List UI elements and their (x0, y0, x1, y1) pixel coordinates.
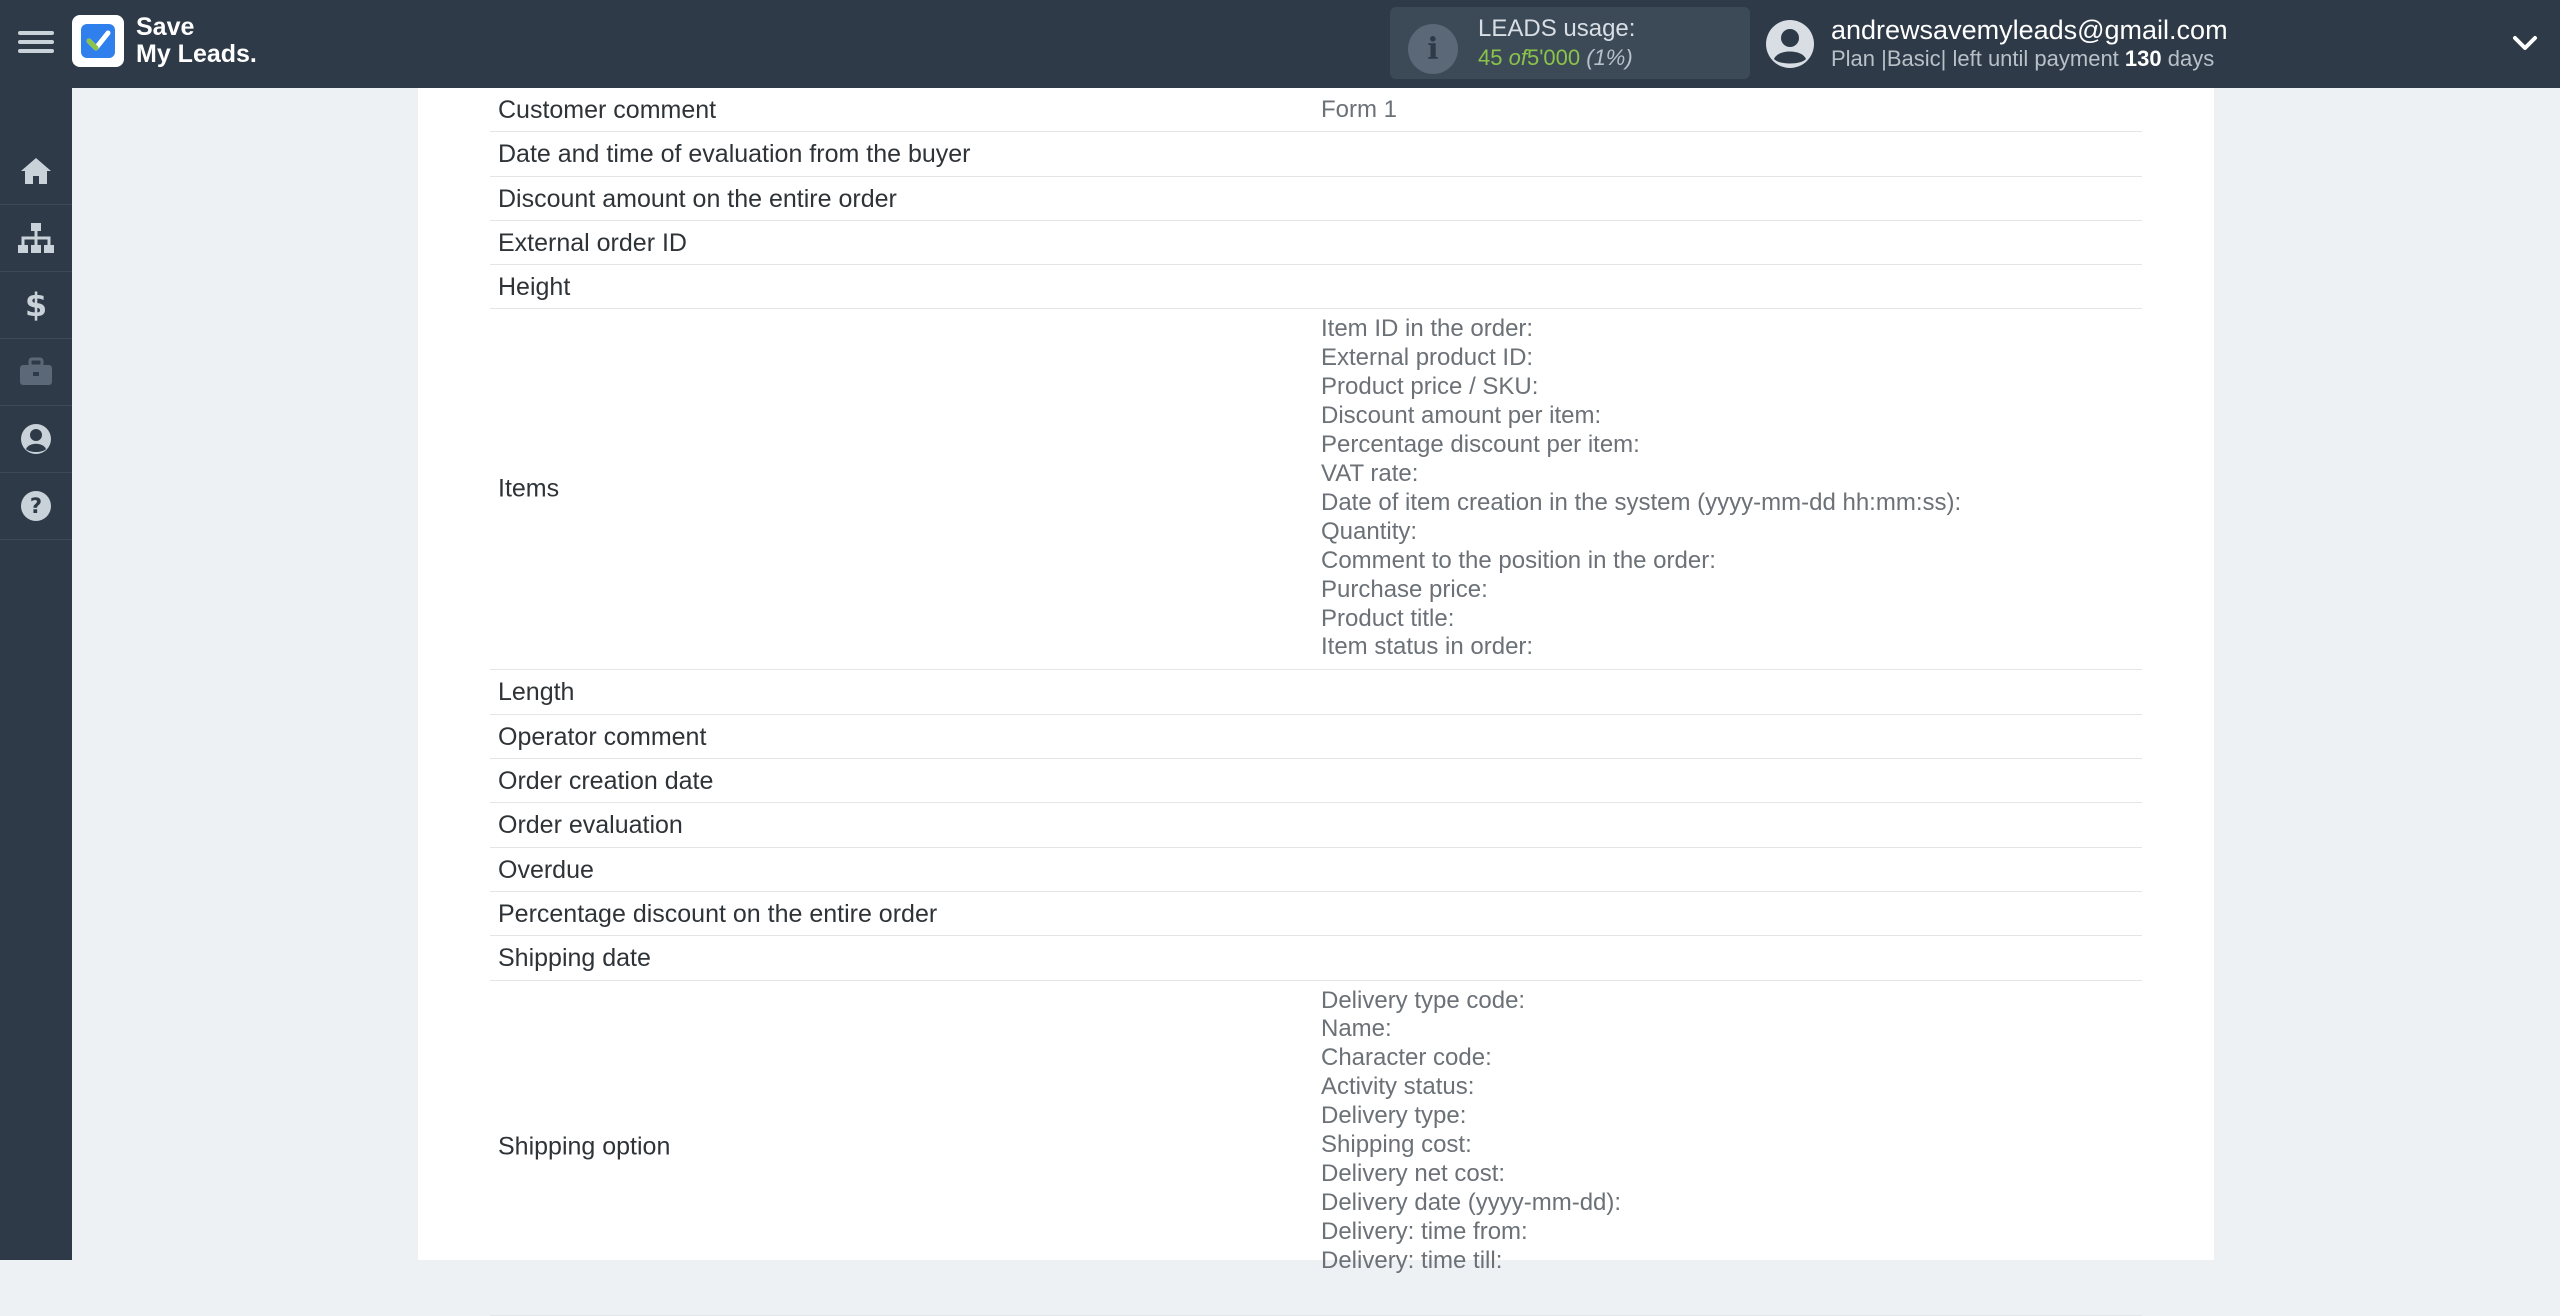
field-label: Height (498, 273, 571, 302)
subfield: Percentage discount per item: (1321, 431, 1640, 459)
field-subfields: Delivery type code: Name: Character code… (1321, 987, 1621, 1276)
subfield: VAT rate: (1321, 460, 1419, 488)
dollar-icon: $ (25, 288, 47, 322)
leads-usage-panel: i LEADS usage: 45 of5'000 (1%) (1390, 7, 1750, 79)
brand-line-1: Save (136, 13, 195, 41)
main-content-card: Customer comment Form 1 Date and time of… (418, 88, 2214, 1316)
svg-text:?: ? (30, 494, 42, 518)
field-label: Order evaluation (498, 811, 683, 840)
subfield: Delivery: time from: (1321, 1217, 1528, 1245)
field-subfields: Item ID in the order: External product I… (1321, 315, 1961, 662)
field-row-order-evaluation: Order evaluation (490, 803, 2142, 848)
sidebar-item-billing[interactable]: $ (0, 272, 72, 339)
info-icon: i (1408, 24, 1458, 74)
field-label: Date and time of evaluation from the buy… (498, 140, 971, 169)
subfield: Character code: (1321, 1044, 1492, 1072)
brand-line-2: My Leads. (136, 40, 257, 68)
sidebar-item-connections[interactable] (0, 205, 72, 272)
field-value: Form 1 (1321, 96, 1398, 123)
field-label: Shipping option (498, 1132, 671, 1161)
field-row-operator-comment: Operator comment (490, 715, 2142, 760)
subfield: Product price / SKU: (1321, 373, 1539, 401)
field-list: Customer comment Form 1 Date and time of… (490, 88, 2142, 1316)
field-label: Discount amount on the entire order (498, 184, 897, 213)
sidebar-item-profile[interactable] (0, 406, 72, 473)
subfield: Shipping cost: (1321, 1131, 1472, 1159)
user-avatar-icon[interactable] (1765, 19, 1815, 69)
field-label: External order ID (498, 228, 687, 257)
usage-used: 45 (1478, 45, 1503, 70)
field-row-customer-comment: Customer comment Form 1 (490, 88, 2142, 133)
sidebar-item-help[interactable]: ? (0, 473, 72, 540)
top-header: Save My Leads. i LEADS usage: 45 of5'000… (0, 0, 2560, 88)
field-row-items: Items Item ID in the order: External pro… (490, 309, 2142, 671)
field-row-shipping-date: Shipping date (490, 936, 2142, 981)
subfield: Name: (1321, 1015, 1392, 1043)
subfield: Activity status: (1321, 1073, 1475, 1101)
usage-total: 5'000 (1526, 45, 1581, 70)
usage-title: LEADS usage: (1478, 15, 1636, 42)
sidebar: $ ? (0, 88, 72, 1260)
field-label: Overdue (498, 855, 594, 884)
subfield: Delivery: time till: (1321, 1246, 1503, 1274)
field-row-external-order-id: External order ID (490, 221, 2142, 266)
field-label: Customer comment (498, 96, 717, 124)
account-email[interactable]: andrewsavemyleads@gmail.com (1831, 15, 2228, 46)
sidebar-item-home[interactable] (0, 138, 72, 205)
svg-text:$: $ (25, 288, 47, 322)
plan-text: Plan |Basic| left until payment (1831, 46, 2119, 71)
subfield: Delivery type code: (1321, 986, 1526, 1014)
subfield: Delivery type: (1321, 1102, 1467, 1130)
field-row-overdue: Overdue (490, 848, 2142, 892)
usage-of: of (1508, 45, 1527, 70)
subfield: Quantity: (1321, 517, 1418, 545)
brand-logo[interactable] (72, 15, 124, 67)
field-row-shipping-option: Shipping option Delivery type code: Name… (490, 981, 2142, 1316)
subfield: Purchase price: (1321, 575, 1488, 603)
sitemap-icon (18, 223, 54, 253)
field-label: Order creation date (498, 767, 714, 796)
field-row-order-creation-date: Order creation date (490, 759, 2142, 804)
usage-value: 45 of5'000 (1%) (1478, 45, 1633, 71)
field-row-evaluation-date: Date and time of evaluation from the buy… (490, 132, 2142, 177)
field-row-percentage-discount: Percentage discount on the entire order (490, 892, 2142, 937)
days-suffix: days (2167, 46, 2215, 71)
subfield: Item ID in the order: (1321, 315, 1534, 343)
field-label: Percentage discount on the entire order (498, 899, 938, 928)
field-label: Items (498, 474, 560, 503)
account-plan: Plan |Basic| left until payment 130 days (1831, 46, 2214, 72)
user-circle-icon (21, 424, 51, 454)
subfield: Date of item creation in the system (yyy… (1321, 488, 1962, 516)
days-remaining: 130 (2124, 46, 2162, 71)
menu-toggle-icon[interactable] (18, 26, 54, 62)
field-row-height: Height (490, 265, 2142, 310)
home-icon (21, 158, 51, 184)
usage-percent: (1%) (1586, 45, 1633, 70)
field-label: Operator comment (498, 722, 707, 751)
subfield: Product title: (1321, 604, 1455, 632)
chevron-down-icon[interactable] (2510, 28, 2540, 58)
field-label: Shipping date (498, 944, 651, 973)
brand-name[interactable]: Save My Leads. (136, 14, 257, 68)
subfield: Delivery date (yyyy-mm-dd): (1321, 1188, 1622, 1216)
field-row-discount-amount: Discount amount on the entire order (490, 177, 2142, 221)
subfield: Delivery net cost: (1321, 1160, 1506, 1187)
question-circle-icon: ? (21, 491, 51, 521)
subfield: Comment to the position in the order: (1321, 546, 1716, 574)
subfield: Discount amount per item: (1321, 402, 1602, 430)
field-label: Length (498, 678, 575, 707)
subfield: Item status in order: (1321, 633, 1534, 661)
subfield: External product ID: (1321, 344, 1534, 372)
sidebar-item-tools[interactable] (0, 339, 72, 406)
briefcase-icon (20, 357, 52, 385)
field-row-length: Length (490, 670, 2142, 715)
